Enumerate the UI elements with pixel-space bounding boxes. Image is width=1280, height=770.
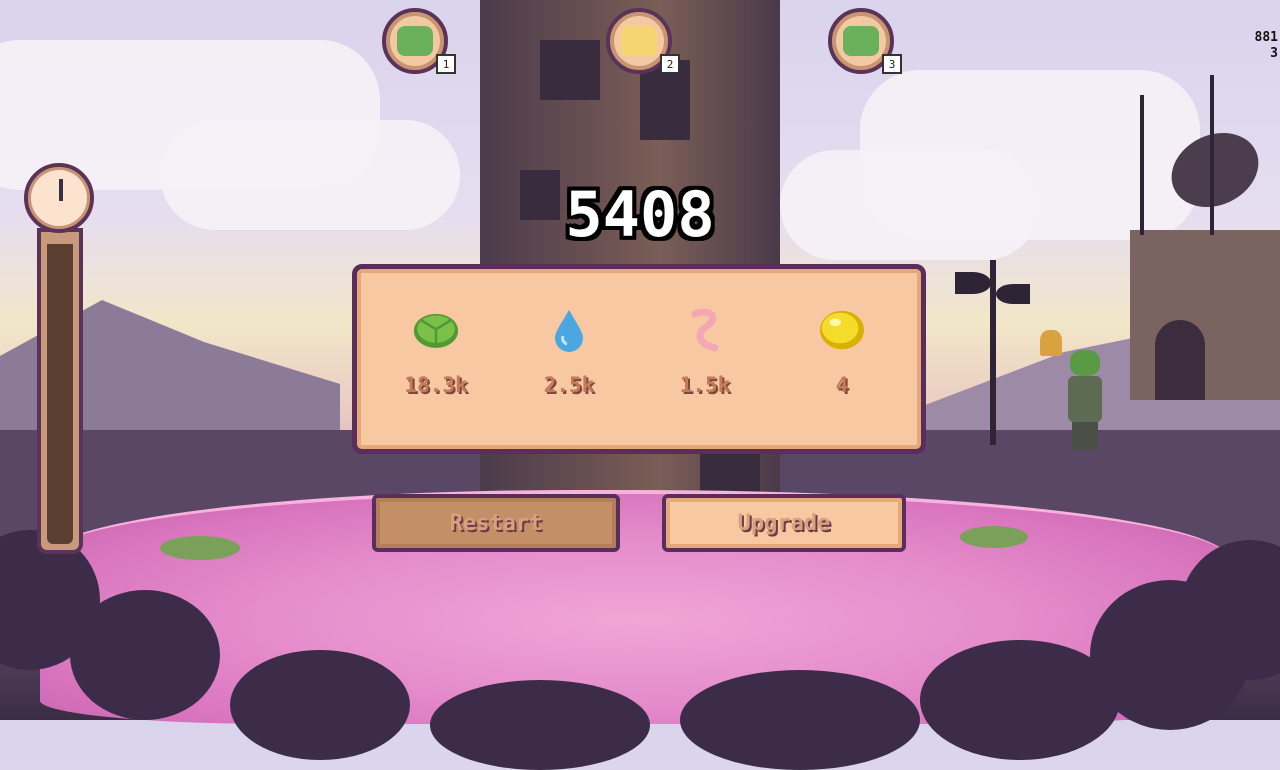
final-score: 5408 <box>565 178 715 251</box>
restart-button[interactable]: Restart <box>372 494 620 552</box>
corner-stat-line: 881 <box>1254 30 1278 45</box>
bush <box>230 650 410 760</box>
bush <box>430 680 650 770</box>
resource-lily-pads: 18.3k <box>381 309 491 397</box>
leaderboard-avatar-3[interactable]: 3 <box>828 8 902 74</box>
timer-gauge <box>37 228 83 554</box>
loudspeaker <box>996 284 1030 304</box>
rank-badge: 1 <box>436 54 456 74</box>
rank-badge: 3 <box>882 54 902 74</box>
frog-head <box>1070 350 1100 376</box>
resource-value: 18.3k <box>404 373 468 397</box>
corner-stats: 881 3 <box>1255 30 1278 62</box>
loudspeaker <box>955 272 991 294</box>
resource-coins: 4 <box>787 309 897 397</box>
bush <box>680 670 920 770</box>
lily-pad <box>160 536 240 560</box>
resource-value: 4 <box>835 373 849 397</box>
upgrade-button[interactable]: Upgrade <box>662 494 906 552</box>
speaker-pole <box>990 260 996 445</box>
leaderboard-avatar-2[interactable]: 2 <box>606 8 680 74</box>
lily-pad-icon <box>413 309 459 351</box>
frog-legs <box>1072 422 1098 450</box>
coin-icon <box>819 309 865 351</box>
frog-avatar-icon <box>397 26 433 56</box>
rank-badge: 2 <box>660 54 680 74</box>
results-panel: 18.3k 2.5k 1.5k 4 <box>352 264 926 454</box>
resource-water: 2.5k <box>514 309 624 397</box>
tower-window <box>540 40 600 100</box>
bush <box>70 590 220 720</box>
frog-avatar-icon <box>843 26 879 56</box>
timer-gauge-fill <box>47 244 73 544</box>
ruined-doorway <box>1155 320 1205 400</box>
frog-character <box>1062 350 1106 450</box>
worm-icon <box>682 308 728 352</box>
bell <box>1040 330 1062 356</box>
water-drop-icon <box>546 309 592 352</box>
sun-face-avatar-icon <box>621 26 657 56</box>
corner-stat-line: 3 <box>1270 46 1278 61</box>
resource-value: 2.5k <box>543 373 595 397</box>
frog-body <box>1068 376 1102 422</box>
resource-worms: 1.5k <box>650 308 760 397</box>
ruined-building <box>1130 230 1280 400</box>
leaderboard-avatar-1[interactable]: 1 <box>382 8 456 74</box>
lily-pad <box>960 526 1028 548</box>
resource-value: 1.5k <box>679 373 731 397</box>
